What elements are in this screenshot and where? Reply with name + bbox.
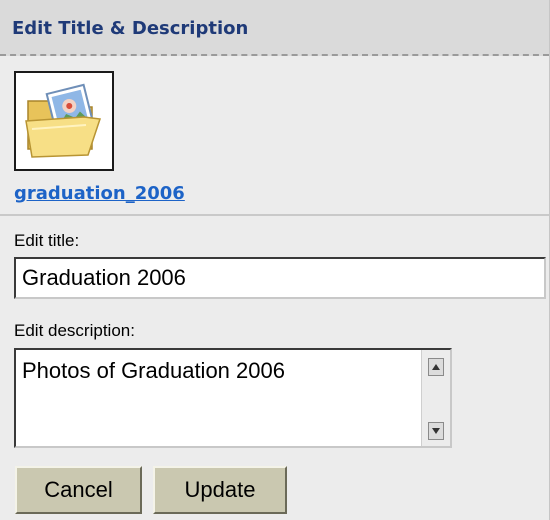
arrow-down-icon xyxy=(432,428,440,434)
album-link[interactable]: graduation_2006 xyxy=(14,183,185,204)
title-label: Edit title: xyxy=(14,231,80,250)
page-title: Edit Title & Description xyxy=(12,18,249,39)
arrow-up-icon xyxy=(432,364,440,370)
cancel-button[interactable]: Cancel xyxy=(15,466,142,514)
description-text: Photos of Graduation 2006 xyxy=(22,358,285,383)
scroll-up-button[interactable] xyxy=(428,358,444,376)
section-divider xyxy=(0,214,549,216)
update-button[interactable]: Update xyxy=(153,466,287,514)
description-label: Edit description: xyxy=(14,321,135,340)
description-textarea[interactable]: Photos of Graduation 2006 xyxy=(14,348,452,448)
title-input[interactable]: Graduation 2006 xyxy=(14,257,546,299)
panel-header: Edit Title & Description xyxy=(0,0,549,56)
description-scrollbar[interactable] xyxy=(421,350,450,446)
scroll-down-button[interactable] xyxy=(428,422,444,440)
edit-panel: Edit Title & Description graduation_2006… xyxy=(0,0,550,520)
photo-folder-icon xyxy=(25,83,102,158)
album-thumbnail[interactable] xyxy=(14,71,114,171)
